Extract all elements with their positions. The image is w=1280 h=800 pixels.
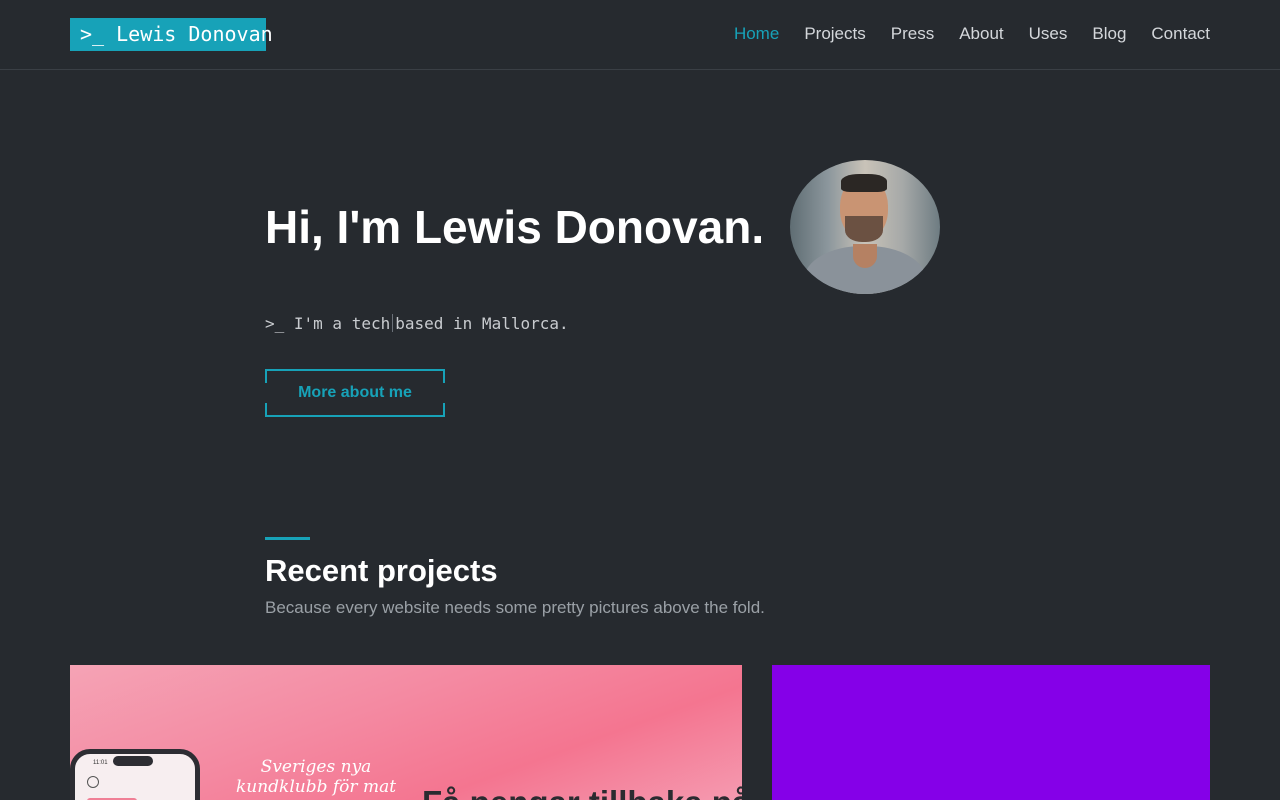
button-border-gap-left <box>264 383 268 403</box>
avatar <box>790 160 940 294</box>
avatar-hair <box>841 174 887 192</box>
tagline-prefix: >_ I'm a tech <box>265 314 391 333</box>
project-card-1[interactable]: 11:01 Sveriges nya kundklubb för mat Få … <box>70 665 742 800</box>
nav-projects-link[interactable]: Projects <box>804 22 865 46</box>
main-nav: Home Projects Press About Uses Blog Cont… <box>734 22 1210 46</box>
site-header: >_ Lewis Donovan Home Projects Press Abo… <box>0 0 1280 70</box>
section-title: Recent projects <box>265 553 498 588</box>
nav-uses-link[interactable]: Uses <box>1029 22 1068 46</box>
more-about-me-button[interactable]: More about me <box>264 369 446 417</box>
section-subtitle: Because every website needs some pretty … <box>265 598 765 617</box>
phone-mockup: 11:01 <box>70 749 200 800</box>
nav-about-link[interactable]: About <box>959 22 1003 46</box>
chat-icon <box>87 776 99 788</box>
phone-notch <box>113 756 153 766</box>
tagline-suffix: based in Mallorca. <box>395 314 569 333</box>
nav-contact-link[interactable]: Contact <box>1151 22 1210 46</box>
nav-home-link[interactable]: Home <box>734 22 779 46</box>
section-divider <box>265 537 310 540</box>
button-border-gap-right <box>442 383 446 403</box>
more-about-me-label: More about me <box>298 384 412 401</box>
project-card-2[interactable] <box>772 665 1210 800</box>
project-card-tagline: Sveriges nya kundklubb för mat <box>235 757 397 797</box>
avatar-beard <box>845 216 883 242</box>
hero-title: Hi, I'm Lewis Donovan. <box>265 201 765 253</box>
avatar-neck <box>853 244 877 268</box>
typing-cursor <box>392 314 394 332</box>
nav-blog-link[interactable]: Blog <box>1092 22 1126 46</box>
phone-time: 11:01 <box>93 760 108 766</box>
nav-press-link[interactable]: Press <box>891 22 934 46</box>
project-card-headline: Få pengar tillbaka på <box>422 783 742 800</box>
hero-tagline: >_ I'm a tech based in Mallorca. <box>265 313 569 335</box>
site-logo[interactable]: >_ Lewis Donovan <box>70 18 273 51</box>
